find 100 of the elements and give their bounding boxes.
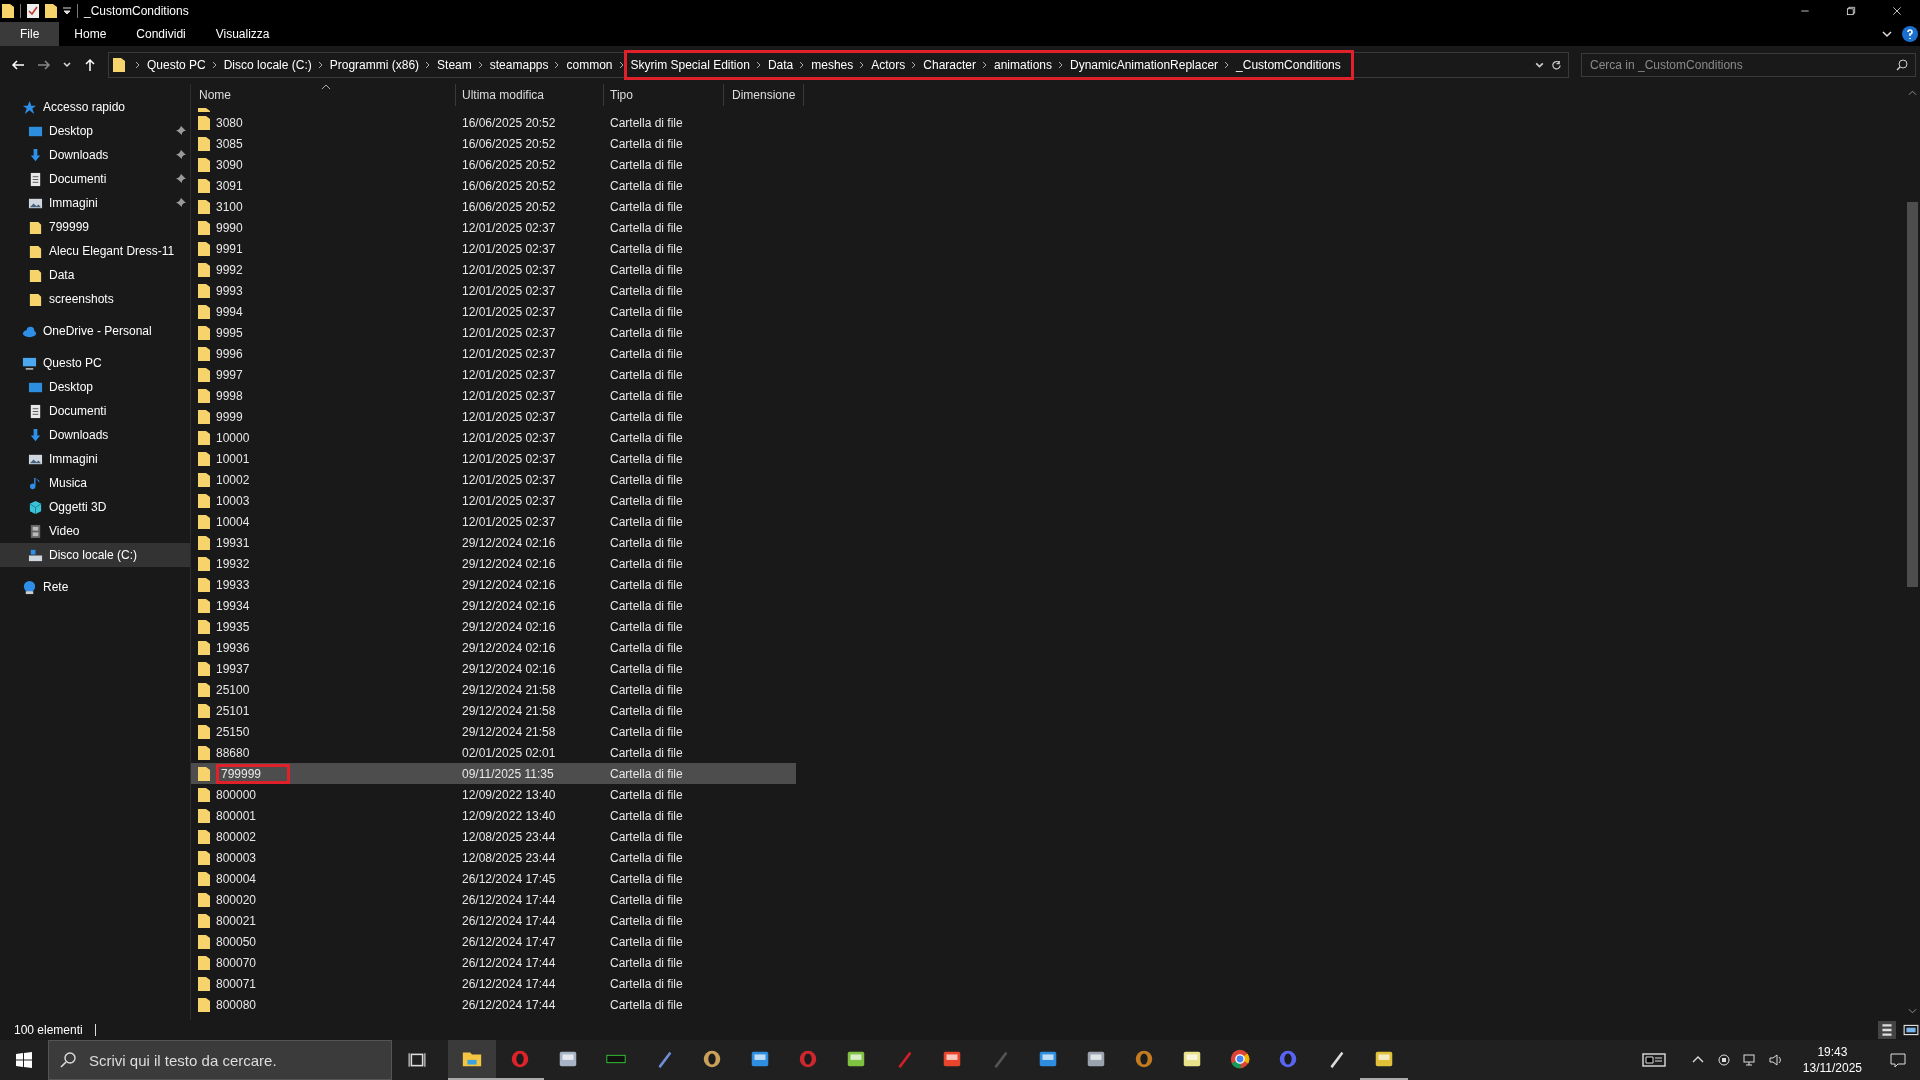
file-row[interactable]: 10001 12/01/2025 02:37 Cartella di file	[191, 448, 796, 469]
speaker-icon[interactable]	[1767, 1052, 1784, 1068]
breadcrumb[interactable]: Skyrim Special Edition	[623, 50, 750, 80]
refresh-icon[interactable]	[1551, 59, 1562, 71]
breadcrumb[interactable]: common	[566, 58, 613, 72]
file-row[interactable]: 88680 02/01/2025 02:01 Cartella di file	[191, 742, 796, 763]
sidebar-item[interactable]: Desktop	[0, 119, 190, 143]
file-row[interactable]: 800002 12/08/2025 23:44 Cartella di file	[191, 826, 796, 847]
file-row[interactable]: 10000 12/01/2025 02:37 Cartella di file	[191, 427, 796, 448]
file-row[interactable]: 10002 12/01/2025 02:37 Cartella di file	[191, 469, 796, 490]
file-row[interactable]: 19932 29/12/2024 02:16 Cartella di file	[191, 553, 796, 574]
file-row[interactable]: 9995 12/01/2025 02:37 Cartella di file	[191, 322, 796, 343]
breadcrumb[interactable]: steamapps	[489, 58, 549, 72]
ribbon-tab[interactable]: Home	[59, 22, 122, 46]
file-row[interactable]: 19935 29/12/2024 02:16 Cartella di file	[191, 616, 796, 637]
file-row[interactable]: 800000 12/09/2022 13:40 Cartella di file	[191, 784, 796, 805]
file-row[interactable]: 19934 29/12/2024 02:16 Cartella di file	[191, 595, 796, 616]
notification-icon[interactable]	[1890, 1052, 1906, 1068]
file-row[interactable]: 3085 16/06/2025 20:52 Cartella di file	[191, 133, 796, 154]
sidebar-item[interactable]: Accesso rapido	[0, 95, 190, 119]
dropdown-icon[interactable]	[63, 7, 71, 15]
help-icon[interactable]	[1902, 26, 1918, 42]
file-row[interactable]: 9998 12/01/2025 02:37 Cartella di file	[191, 385, 796, 406]
file-row[interactable]: 10004 12/01/2025 02:37 Cartella di file	[191, 511, 796, 532]
sidebar-item[interactable]: screenshots	[0, 287, 190, 311]
chevron-down-icon[interactable]	[1882, 29, 1892, 39]
file-row[interactable]: 25150 29/12/2024 21:58 Cartella di file	[191, 721, 796, 742]
breadcrumb[interactable]: Questo PC	[147, 58, 206, 72]
file-row[interactable]: 3090 16/06/2025 20:52 Cartella di file	[191, 154, 796, 175]
file-row[interactable]: 800071 26/12/2024 17:44 Cartella di file	[191, 973, 796, 994]
task-view-icon[interactable]	[408, 1051, 426, 1069]
file-row[interactable]: 800070 26/12/2024 17:44 Cartella di file	[191, 952, 796, 973]
file-row[interactable]: 3100 16/06/2025 20:52 Cartella di file	[191, 196, 796, 217]
sidebar-item[interactable]: Downloads	[0, 423, 190, 447]
file-row[interactable]: 3080 16/06/2025 20:52 Cartella di file	[191, 112, 796, 133]
file-row[interactable]: 9990 12/01/2025 02:37 Cartella di file	[191, 217, 796, 238]
file-row[interactable]: 800004 26/12/2024 17:45 Cartella di file	[191, 868, 796, 889]
breadcrumb[interactable]: animations	[994, 50, 1052, 80]
file-row[interactable]: 800050 26/12/2024 17:47 Cartella di file	[191, 931, 796, 952]
column-header[interactable]: Ultima modifica	[456, 84, 604, 106]
file-row[interactable]: 800080 26/12/2024 17:44 Cartella di file	[191, 994, 796, 1015]
file-row[interactable]: 19931 29/12/2024 02:16 Cartella di file	[191, 532, 796, 553]
sidebar-item[interactable]: Questo PC	[0, 351, 190, 375]
sidebar-item[interactable]: Downloads	[0, 143, 190, 167]
ribbon-tab[interactable]: Visualizza	[200, 22, 285, 46]
column-header[interactable]: Tipo	[604, 84, 724, 106]
file-row[interactable]: 800001 12/09/2022 13:40 Cartella di file	[191, 805, 796, 826]
file-row[interactable]: 800003 12/08/2025 23:44 Cartella di file	[191, 847, 796, 868]
file-row[interactable]: 9997 12/01/2025 02:37 Cartella di file	[191, 364, 796, 385]
file-row[interactable]: 3091 16/06/2025 20:52 Cartella di file	[191, 175, 796, 196]
folder-icon[interactable]	[45, 4, 57, 18]
sidebar-item[interactable]: 799999	[0, 215, 190, 239]
sidebar-item[interactable]: Data	[0, 263, 190, 287]
sidebar-item[interactable]: Immagini	[0, 447, 190, 471]
sidebar-item[interactable]: Disco locale (C:)	[0, 543, 190, 567]
details-view-icon[interactable]	[1878, 1021, 1896, 1039]
file-row[interactable]: 25101 29/12/2024 21:58 Cartella di file	[191, 700, 796, 721]
file-row[interactable]: 800020 26/12/2024 17:44 Cartella di file	[191, 889, 796, 910]
file-row[interactable]: 800021 26/12/2024 17:44 Cartella di file	[191, 910, 796, 931]
sidebar-item[interactable]: Immagini	[0, 191, 190, 215]
file-row[interactable]: 799999 09/11/2025 11:35 Cartella di file	[191, 763, 796, 784]
file-row[interactable]: 19933 29/12/2024 02:16 Cartella di file	[191, 574, 796, 595]
breadcrumb[interactable]: Character	[923, 50, 976, 80]
network-icon[interactable]	[1741, 1052, 1758, 1068]
breadcrumb[interactable]: _CustomConditions	[1236, 50, 1354, 80]
sidebar-item[interactable]: Oggetti 3D	[0, 495, 190, 519]
breadcrumb[interactable]: meshes	[811, 50, 854, 80]
scrollbar-thumb[interactable]	[1907, 202, 1918, 587]
sidebar-item[interactable]: Video	[0, 519, 190, 543]
file-row[interactable]: 10003 12/01/2025 02:37 Cartella di file	[191, 490, 796, 511]
sidebar-item[interactable]: Musica	[0, 471, 190, 495]
news-icon[interactable]	[1640, 1052, 1667, 1068]
breadcrumb[interactable]: Disco locale (C:)	[223, 58, 312, 72]
sidebar-item[interactable]: Rete	[0, 575, 190, 599]
sidebar-item[interactable]: Desktop	[0, 375, 190, 399]
file-row[interactable]: 9993 12/01/2025 02:37 Cartella di file	[191, 280, 796, 301]
file-row[interactable]: 9994 12/01/2025 02:37 Cartella di file	[191, 301, 796, 322]
sidebar-item[interactable]: Alecu Elegant Dress-11	[0, 239, 190, 263]
clock[interactable]: 19:43 13/11/2025	[1802, 1044, 1862, 1076]
file-row[interactable]: 9991 12/01/2025 02:37 Cartella di file	[191, 238, 796, 259]
file-row[interactable]: 19937 29/12/2024 02:16 Cartella di file	[191, 658, 796, 679]
search-field[interactable]: Cerca in _CustomConditions	[1581, 53, 1916, 77]
checklist-icon[interactable]	[27, 4, 39, 18]
taskbar-app[interactable]	[448, 1040, 496, 1080]
file-row[interactable]: 9999 12/01/2025 02:37 Cartella di file	[191, 406, 796, 427]
chevron-down-icon[interactable]	[62, 60, 72, 70]
breadcrumb[interactable]: Actors	[871, 50, 906, 80]
ribbon-tab[interactable]: Condividi	[121, 22, 201, 46]
sidebar-item[interactable]: Documenti	[0, 399, 190, 423]
file-row[interactable]: 9992 12/01/2025 02:37 Cartella di file	[191, 259, 796, 280]
file-row[interactable]: 9996 12/01/2025 02:37 Cartella di file	[191, 343, 796, 364]
column-header[interactable]: Nome	[191, 84, 456, 106]
camera-icon[interactable]	[1715, 1052, 1732, 1068]
ribbon-tab[interactable]: File	[0, 22, 60, 46]
breadcrumb[interactable]: DynamicAnimationReplacer	[1070, 50, 1219, 80]
file-row[interactable]: 19936 29/12/2024 02:16 Cartella di file	[191, 637, 796, 658]
sidebar-item[interactable]: OneDrive - Personal	[0, 319, 190, 343]
sidebar-item[interactable]: Documenti	[0, 167, 190, 191]
breadcrumb[interactable]: Data	[767, 50, 794, 80]
breadcrumb[interactable]: Steam	[437, 58, 472, 72]
